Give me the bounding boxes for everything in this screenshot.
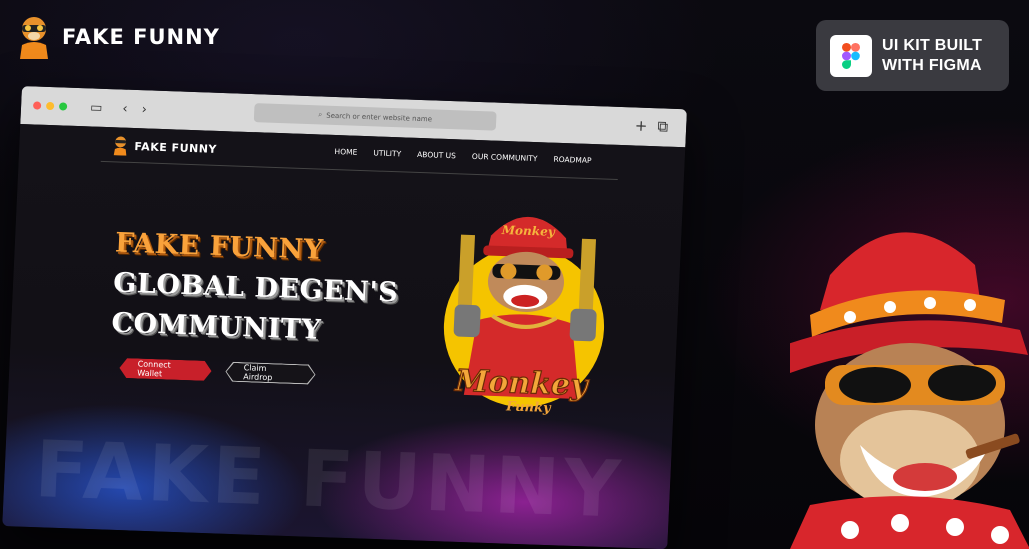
- address-placeholder: Search or enter website name: [326, 111, 433, 123]
- bucket-hat-monkey-illustration: [790, 232, 1029, 549]
- mascot-logo-subtext: Funky: [505, 399, 553, 416]
- tabs-overview-icon[interactable]: ⧉: [657, 117, 669, 135]
- ghost-background-text: FAKE FUNNY: [32, 425, 627, 536]
- nav-roadmap[interactable]: ROADMAP: [553, 155, 591, 165]
- monkey-mascot-illustration: Monkey Monkey Funky: [443, 216, 605, 416]
- hero-buttons: Connect Wallet Claim Airdrop: [119, 358, 316, 385]
- nav-home[interactable]: HOME: [334, 147, 357, 157]
- site-brand[interactable]: FAKE FUNNY: [111, 135, 217, 159]
- hero-heading: FAKE FUNNY GLOBAL DEGEN'S COMMUNITY: [111, 224, 401, 354]
- website-viewport: FAKE FUNNY FAKE FUNNY HOME UTILITY ABOUT…: [2, 124, 686, 549]
- back-icon[interactable]: ‹: [122, 101, 128, 116]
- connect-wallet-button[interactable]: Connect Wallet: [119, 358, 212, 381]
- maximize-dot-icon[interactable]: [58, 102, 68, 111]
- search-icon: ⌕: [318, 110, 323, 119]
- new-tab-icon[interactable]: +: [634, 116, 647, 134]
- badge-line1: UI KIT BUILT: [882, 36, 983, 54]
- badge-line2: WITH FIGMA: [882, 56, 982, 74]
- site-brand-name: FAKE FUNNY: [134, 139, 218, 156]
- monkey-logo-icon: [20, 17, 48, 59]
- forward-icon[interactable]: ›: [141, 102, 147, 117]
- nav-about-us[interactable]: ABOUT US: [417, 150, 456, 160]
- brand-name: FAKE FUNNY: [62, 25, 220, 49]
- nav-divider: [100, 160, 618, 180]
- brand-header: FAKE FUNNY: [14, 15, 220, 59]
- nav-utility[interactable]: UTILITY: [373, 148, 401, 158]
- site-logo-icon: [113, 136, 127, 156]
- badge-text: UI KIT BUILT WITH FIGMA: [882, 36, 982, 76]
- close-dot-icon[interactable]: [32, 101, 42, 110]
- connect-wallet-label: Connect Wallet: [137, 359, 171, 379]
- browser-window: ▭ ‹ › ⌕ Search or enter website name + ⧉…: [2, 86, 687, 549]
- minimize-dot-icon[interactable]: [45, 101, 55, 111]
- claim-airdrop-button[interactable]: Claim Airdrop: [225, 362, 316, 385]
- nav-our-community[interactable]: OUR COMMUNITY: [472, 152, 538, 163]
- svg-text:Monkey: Monkey: [501, 223, 557, 239]
- figma-icon: [830, 34, 872, 77]
- figma-badge: UI KIT BUILT WITH FIGMA: [816, 20, 1009, 91]
- mascot-logo-text: Monkey: [453, 364, 590, 404]
- sidebar-toggle-icon[interactable]: ▭: [90, 100, 103, 115]
- nav-links: HOME UTILITY ABOUT US OUR COMMUNITY ROAD…: [334, 147, 591, 165]
- address-bar[interactable]: ⌕ Search or enter website name: [253, 103, 497, 131]
- claim-airdrop-label: Claim Airdrop: [243, 363, 273, 383]
